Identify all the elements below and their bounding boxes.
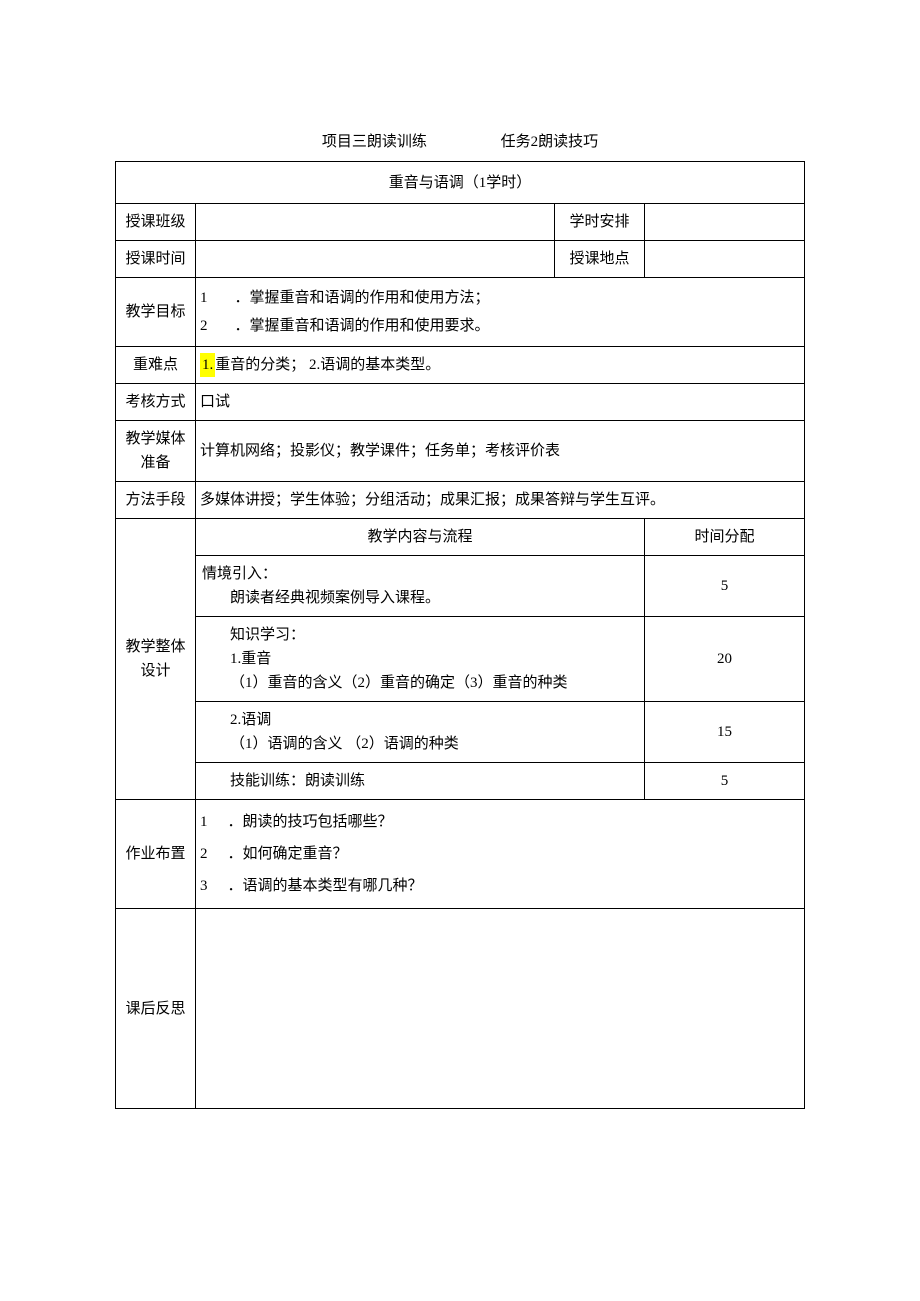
design-time-1: 5 [644, 556, 804, 617]
methods-value: 多媒体讲授；学生体验；分组活动；成果汇报；成果答辩与学生互评。 [196, 482, 805, 519]
hw-text-2: ．如何确定重音？ [228, 846, 348, 862]
d1-l2: 朗读者经典视频案例导入课程。 [200, 586, 640, 610]
hw-text-3: ．语调的基本类型有哪几种？ [228, 878, 423, 894]
design-content-1: 情境引入： 朗读者经典视频案例导入课程。 [196, 556, 645, 617]
media-row: 教学媒体准备 计算机网络；投影仪；教学课件；任务单；考核评价表 [116, 421, 805, 482]
header-left: 项目三朗读训练 [322, 130, 427, 151]
goals-content: 1 ．掌握重音和语调的作用和使用方法； 2 ．掌握重音和语调的作用和使用要求。 [196, 278, 805, 347]
reflection-value [196, 909, 805, 1109]
difficulties-row: 重难点 1.重音的分类； 2.语调的基本类型。 [116, 347, 805, 384]
homework-row: 作业布置 1 ．朗读的技巧包括哪些？ 2 ．如何确定重音？ 3 ．语调的基本类型… [116, 800, 805, 909]
difficulties-content: 1.重音的分类； 2.语调的基本类型。 [196, 347, 805, 384]
assessment-row: 考核方式 口试 [116, 384, 805, 421]
design-time-4: 5 [644, 763, 804, 800]
goals-label: 教学目标 [116, 278, 196, 347]
d3-l1: 2.语调 [200, 708, 640, 732]
design-content-3: 2.语调 （1）语调的含义 （2）语调的种类 [196, 702, 645, 763]
assessment-value: 口试 [196, 384, 805, 421]
d2-l1: 知识学习： [200, 623, 640, 647]
class-label: 授课班级 [116, 204, 196, 241]
reflection-row: 课后反思 [116, 909, 805, 1109]
methods-row: 方法手段 多媒体讲授；学生体验；分组活动；成果汇报；成果答辩与学生互评。 [116, 482, 805, 519]
hours-value [644, 204, 804, 241]
goal-text-2: ．掌握重音和语调的作用和使用要求。 [235, 318, 490, 334]
design-row-4: 技能训练：朗读训练 5 [116, 763, 805, 800]
diff-line2: 2.语调的基本类型。 [309, 357, 440, 373]
design-label: 教学整体设计 [116, 519, 196, 800]
design-row-2: 知识学习： 1.重音 （1）重音的含义（2）重音的确定（3）重音的种类 20 [116, 617, 805, 702]
goal-num-2: 2 [200, 314, 212, 338]
time-label: 授课时间 [116, 241, 196, 278]
media-value: 计算机网络；投影仪；教学课件；任务单；考核评价表 [196, 421, 805, 482]
meta-row-1: 授课班级 学时安排 [116, 204, 805, 241]
d4-l1: 技能训练：朗读训练 [200, 769, 640, 793]
design-content-4: 技能训练：朗读训练 [196, 763, 645, 800]
design-content-2: 知识学习： 1.重音 （1）重音的含义（2）重音的确定（3）重音的种类 [196, 617, 645, 702]
assessment-label: 考核方式 [116, 384, 196, 421]
reflection-label: 课后反思 [116, 909, 196, 1109]
header-right: 任务2朗读技巧 [501, 134, 599, 150]
design-time-2: 20 [644, 617, 804, 702]
difficulties-label: 重难点 [116, 347, 196, 384]
design-header-row: 教学整体设计 教学内容与流程 时间分配 [116, 519, 805, 556]
design-row-3: 2.语调 （1）语调的含义 （2）语调的种类 15 [116, 702, 805, 763]
goal-text-1: ．掌握重音和语调的作用和使用方法； [235, 290, 490, 306]
design-time-3: 15 [644, 702, 804, 763]
hw-text-1: ．朗读的技巧包括哪些？ [228, 814, 393, 830]
hours-label: 学时安排 [554, 204, 644, 241]
d3-l2: （1）语调的含义 （2）语调的种类 [200, 732, 640, 756]
diff-line1: 重音的分类； [215, 357, 305, 373]
d1-l1: 情境引入： [200, 562, 640, 586]
design-header-right: 时间分配 [644, 519, 804, 556]
design-row-1: 情境引入： 朗读者经典视频案例导入课程。 5 [116, 556, 805, 617]
homework-label: 作业布置 [116, 800, 196, 909]
meta-row-2: 授课时间 授课地点 [116, 241, 805, 278]
homework-content: 1 ．朗读的技巧包括哪些？ 2 ．如何确定重音？ 3 ．语调的基本类型有哪几种？ [196, 800, 805, 909]
media-label: 教学媒体准备 [116, 421, 196, 482]
hw-num-3: 3 [200, 874, 220, 898]
highlight-mark: 1. [200, 353, 215, 377]
time-value [196, 241, 555, 278]
d2-l3: （1）重音的含义（2）重音的确定（3）重音的种类 [200, 671, 640, 695]
goals-row: 教学目标 1 ．掌握重音和语调的作用和使用方法； 2 ．掌握重音和语调的作用和使… [116, 278, 805, 347]
goal-num-1: 1 [200, 286, 212, 310]
lesson-plan-table: 重音与语调（1学时） 授课班级 学时安排 授课时间 授课地点 教学目标 1 ．掌… [115, 161, 805, 1109]
design-header-left: 教学内容与流程 [196, 519, 645, 556]
lesson-title: 重音与语调（1学时） [116, 162, 805, 204]
hw-num-2: 2 [200, 842, 220, 866]
hw-num-1: 1 [200, 810, 220, 834]
d2-l2: 1.重音 [200, 647, 640, 671]
place-value [644, 241, 804, 278]
class-value [196, 204, 555, 241]
methods-label: 方法手段 [116, 482, 196, 519]
title-row: 重音与语调（1学时） [116, 162, 805, 204]
place-label: 授课地点 [554, 241, 644, 278]
document-header: 项目三朗读训练 任务2朗读技巧 [115, 130, 805, 151]
